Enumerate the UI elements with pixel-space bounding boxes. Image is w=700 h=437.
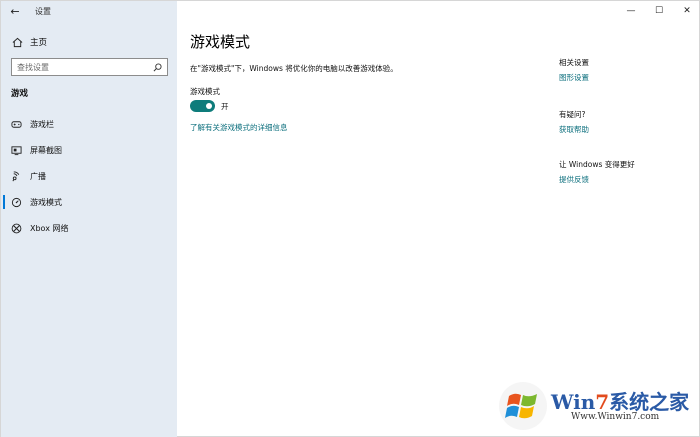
- sidebar-item-label: 游戏模式: [30, 197, 62, 207]
- learn-more-link[interactable]: 了解有关游戏模式的详细信息: [190, 122, 288, 133]
- back-button[interactable]: ←: [1, 1, 29, 21]
- window-title: 设置: [35, 6, 51, 16]
- sidebar-item-screen-capture[interactable]: 屏幕截图: [1, 141, 177, 159]
- section-heading: 游戏: [11, 89, 29, 99]
- get-help-link[interactable]: 获取帮助: [559, 124, 589, 135]
- windows-flag-logo: [499, 382, 547, 430]
- settings-window: ← 设置 主页 游戏 游戏栏 屏幕截图: [0, 0, 700, 437]
- close-icon: ✕: [683, 6, 691, 16]
- toggle-label: 游戏模式: [190, 87, 220, 96]
- give-feedback-link[interactable]: 提供反馈: [559, 174, 589, 185]
- sidebar-item-game-bar[interactable]: 游戏栏: [1, 115, 177, 133]
- screen-capture-icon: [11, 145, 22, 156]
- sidebar-item-home[interactable]: 主页: [1, 32, 177, 52]
- title-bar: ← 设置: [1, 1, 177, 21]
- watermark-url: Www.Winwin7.com: [571, 412, 660, 422]
- close-button[interactable]: ✕: [673, 1, 700, 21]
- sidebar-item-label: 广播: [30, 171, 46, 181]
- site-watermark: Win7系统之家 Www.Winwin7.com: [497, 380, 693, 432]
- back-arrow-icon: ←: [10, 4, 20, 18]
- search-icon[interactable]: [152, 62, 162, 72]
- broadcast-icon: [11, 170, 22, 182]
- sidebar-item-game-mode[interactable]: 游戏模式: [1, 193, 177, 211]
- window-controls: — ☐ ✕: [617, 1, 700, 21]
- search-box[interactable]: [11, 58, 168, 76]
- toggle-state-text: 开: [221, 102, 229, 111]
- search-input[interactable]: [17, 62, 147, 72]
- watermark-brand: Win7系统之家: [551, 390, 690, 414]
- main-content: — ☐ ✕ 游戏模式 在"游戏模式"下，Windows 将优化你的电脑以改善游戏…: [177, 1, 700, 437]
- graphics-settings-link[interactable]: 图形设置: [559, 72, 589, 83]
- sidebar-item-broadcast[interactable]: 广播: [1, 167, 177, 185]
- related-settings-heading: 相关设置: [559, 58, 589, 67]
- xbox-icon: [11, 223, 22, 234]
- game-mode-icon: [11, 197, 22, 208]
- sidebar: ← 设置 主页 游戏 游戏栏 屏幕截图: [1, 1, 177, 437]
- sidebar-item-label: Xbox 网络: [30, 223, 69, 233]
- page-title: 游戏模式: [190, 33, 251, 51]
- feedback-heading: 让 Windows 变得更好: [559, 160, 635, 169]
- game-bar-icon: [11, 119, 22, 130]
- game-mode-toggle[interactable]: [190, 100, 215, 112]
- active-indicator: [3, 195, 5, 209]
- minimize-button[interactable]: —: [617, 1, 645, 21]
- sidebar-item-label: 主页: [30, 38, 48, 48]
- sidebar-item-label: 屏幕截图: [30, 145, 62, 155]
- sidebar-item-xbox-network[interactable]: Xbox 网络: [1, 219, 177, 237]
- question-heading: 有疑问?: [559, 110, 586, 119]
- maximize-button[interactable]: ☐: [645, 1, 673, 21]
- sidebar-item-label: 游戏栏: [30, 119, 54, 129]
- minimize-icon: —: [626, 6, 636, 16]
- home-icon: [11, 36, 23, 48]
- maximize-icon: ☐: [654, 6, 664, 16]
- toggle-knob: [206, 103, 212, 109]
- page-description: 在"游戏模式"下，Windows 将优化你的电脑以改善游戏体验。: [190, 64, 398, 73]
